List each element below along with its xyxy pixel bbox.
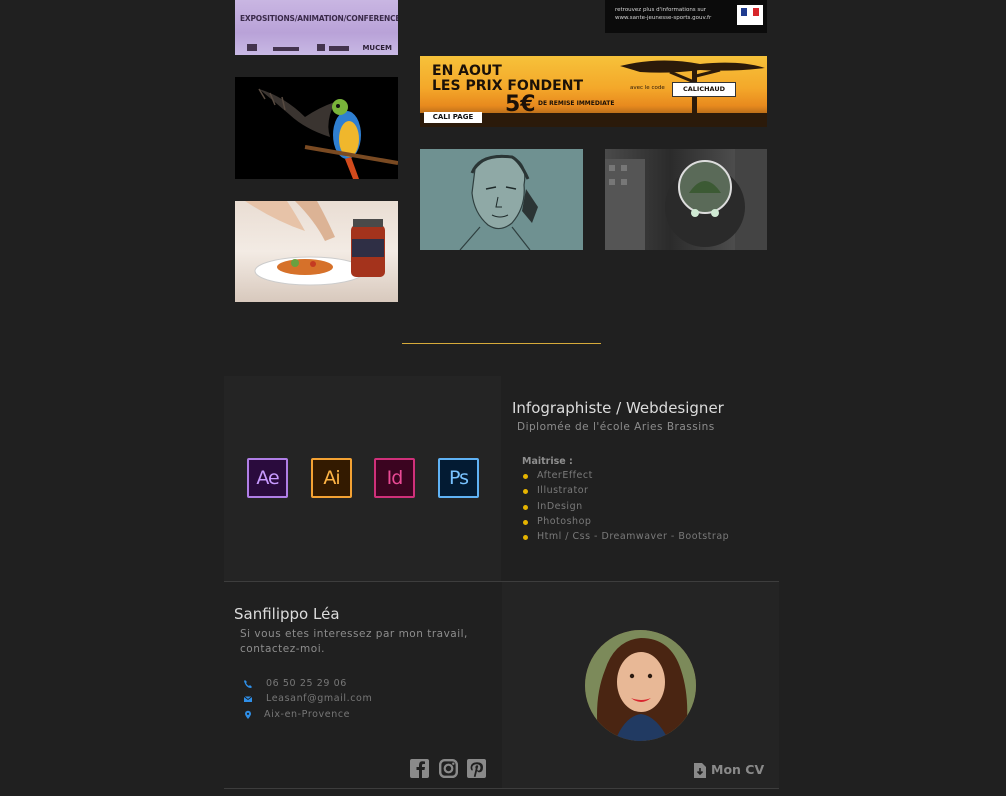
- contact-intro: Si vous etes interessez par mon travail,…: [240, 628, 468, 655]
- expo-headline: EXPOSITIONS/ANIMATION/CONFERENCES: [240, 14, 398, 23]
- instagram-icon[interactable]: [439, 759, 458, 778]
- profile-photo: [585, 630, 696, 741]
- skill-item: InDesign: [521, 501, 729, 516]
- skills-list: AfterEffect Illustrator InDesign Photosh…: [521, 470, 729, 546]
- email-address: Leasanf@gmail.com: [266, 693, 373, 704]
- profile-photo-image: [585, 630, 696, 741]
- cali-page-promo-banner[interactable]: EN AOUT LES PRIX FONDENT 5€ DE REMISE IM…: [420, 56, 767, 127]
- contact-name: Sanfilippo Léa: [234, 605, 340, 623]
- photomontage-image: [605, 149, 767, 250]
- facebook-icon[interactable]: [410, 759, 429, 778]
- sante-banner-thumbnail[interactable]: retrouvez plus d'informations sur www.sa…: [605, 0, 767, 33]
- file-download-icon: [694, 763, 706, 778]
- diploma-text: Diplomée de l'école Aries Brassins: [517, 421, 715, 433]
- footer-separator: [224, 788, 779, 789]
- section-divider: [402, 343, 601, 344]
- illustrator-icon: Ai: [311, 458, 352, 498]
- download-cv-link[interactable]: Mon CV: [694, 762, 765, 778]
- bat-parrot-image: [258, 88, 398, 179]
- promo-amount: 5€: [505, 92, 536, 117]
- portrait-sketch-image: [459, 154, 538, 250]
- job-title: Infographiste / Webdesigner: [512, 399, 724, 417]
- skill-item: Html / Css - Dreamwaver - Bootstrap: [521, 531, 729, 546]
- republique-francaise-flag-icon: [737, 5, 763, 25]
- photoshop-icon: Ps: [438, 458, 479, 498]
- bat-parrot-artwork-thumbnail[interactable]: [235, 77, 398, 179]
- portrait-illustration-thumbnail[interactable]: [420, 149, 583, 250]
- urban-photomontage-thumbnail[interactable]: [605, 149, 767, 250]
- food-advert-thumbnail[interactable]: [235, 201, 398, 302]
- cali-page-logo: CALI PAGE: [424, 112, 482, 123]
- skill-item: AfterEffect: [521, 470, 729, 485]
- location-text: Aix-en-Provence: [264, 709, 351, 720]
- promo-headline: EN AOUT LES PRIX FONDENT: [432, 63, 583, 94]
- map-marker-icon: [245, 710, 251, 719]
- food-plate-image: [245, 201, 385, 286]
- after-effects-icon: Ae: [247, 458, 288, 498]
- sante-info-text: retrouvez plus d'informations sur www.sa…: [615, 7, 712, 21]
- promo-remise: DE REMISE IMMEDIATE: [538, 100, 615, 107]
- phone-icon: [244, 680, 252, 688]
- envelope-icon: [243, 696, 253, 702]
- promo-code: CALICHAUD: [672, 82, 736, 97]
- skills-label: Maitrise :: [522, 456, 573, 467]
- promo-code-intro: avec le code: [630, 85, 665, 91]
- expo-poster-thumbnail[interactable]: EXPOSITIONS/ANIMATION/CONFERENCES MUCEM: [235, 0, 398, 55]
- phone-number: 06 50 25 29 06: [266, 678, 347, 689]
- pinterest-icon[interactable]: [467, 759, 486, 778]
- skill-item: Photoshop: [521, 516, 729, 531]
- cv-label: Mon CV: [711, 762, 765, 777]
- mucem-logo: MUCEM: [362, 44, 392, 52]
- indesign-icon: Id: [374, 458, 415, 498]
- skill-item: Illustrator: [521, 485, 729, 500]
